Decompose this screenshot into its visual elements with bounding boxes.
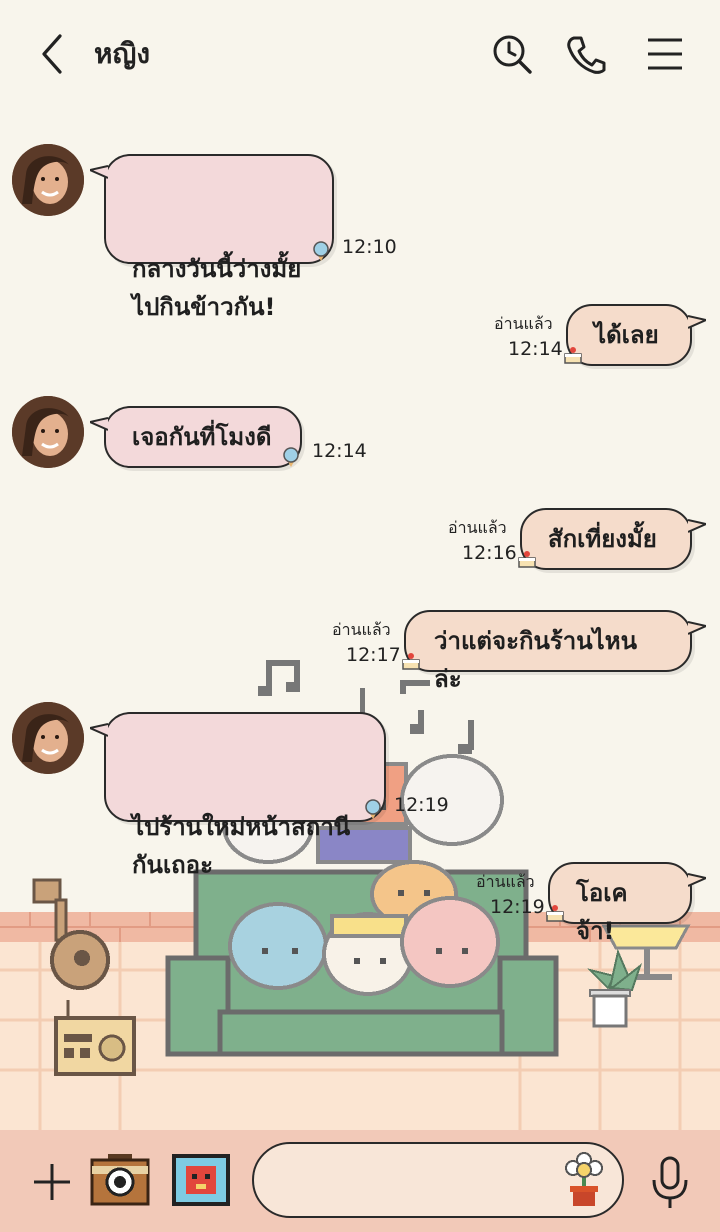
read-receipt: อ่านแล้ว [332, 620, 391, 639]
read-receipt: อ่านแล้ว [494, 314, 553, 333]
read-receipt: อ่านแล้ว [448, 518, 507, 537]
sticker-flower-icon[interactable] [562, 1152, 606, 1208]
message-bubble-outgoing[interactable]: สักเที่ยงมั้ย [520, 508, 706, 570]
plus-icon[interactable] [30, 1160, 74, 1204]
message-time: 12:14 [312, 440, 367, 462]
message-text: เจอกันที่โมงดี [132, 423, 272, 451]
phone-icon[interactable] [564, 32, 608, 76]
message-text: ได้เลย [594, 321, 659, 349]
ice-cream-icon [310, 240, 332, 262]
message-time: 12:16 [462, 542, 517, 564]
menu-icon[interactable] [644, 32, 688, 76]
history-search-icon[interactable] [490, 32, 534, 76]
message-time: 12:14 [508, 338, 563, 360]
contact-avatar[interactable] [12, 702, 84, 774]
chat-title: หญิง [94, 37, 150, 70]
ice-cream-icon [362, 798, 384, 820]
input-bar [0, 1130, 720, 1232]
cake-icon [400, 650, 422, 672]
message-bubble-incoming[interactable]: ไปร้านใหม่หน้าสถานี กันเถอะ [90, 712, 386, 879]
message-bubble-outgoing[interactable]: ว่าแต่จะกินร้านไหนล่ะ [404, 610, 706, 693]
ice-cream-icon [280, 446, 302, 468]
mic-icon[interactable] [648, 1154, 692, 1210]
camera-icon[interactable] [90, 1152, 150, 1206]
cake-icon [562, 344, 584, 366]
message-bubble-incoming[interactable]: เจอกันที่โมงดี [90, 406, 302, 468]
message-bubble-outgoing[interactable]: ได้เลย [566, 304, 706, 366]
back-icon[interactable] [36, 32, 72, 76]
contact-avatar[interactable] [12, 144, 84, 216]
message-time: 12:19 [394, 794, 449, 816]
message-time: 12:19 [490, 896, 545, 918]
message-text: กลางวันนี้ว่างมั้ย ไปกินข้าวกัน! [132, 255, 302, 321]
message-time: 12:17 [346, 644, 401, 666]
contact-avatar[interactable] [12, 396, 84, 468]
message-text: สักเที่ยงมั้ย [548, 525, 657, 553]
cake-icon [544, 902, 566, 924]
chat-header: หญิง [0, 0, 720, 108]
message-bubble-outgoing[interactable]: โอเคจ้า! [548, 862, 706, 945]
read-receipt: อ่านแล้ว [476, 872, 535, 891]
image-icon[interactable] [172, 1154, 230, 1206]
cake-icon [516, 548, 538, 570]
message-bubble-incoming[interactable]: กลางวันนี้ว่างมั้ย ไปกินข้าวกัน! [90, 154, 334, 321]
message-time: 12:10 [342, 236, 397, 258]
